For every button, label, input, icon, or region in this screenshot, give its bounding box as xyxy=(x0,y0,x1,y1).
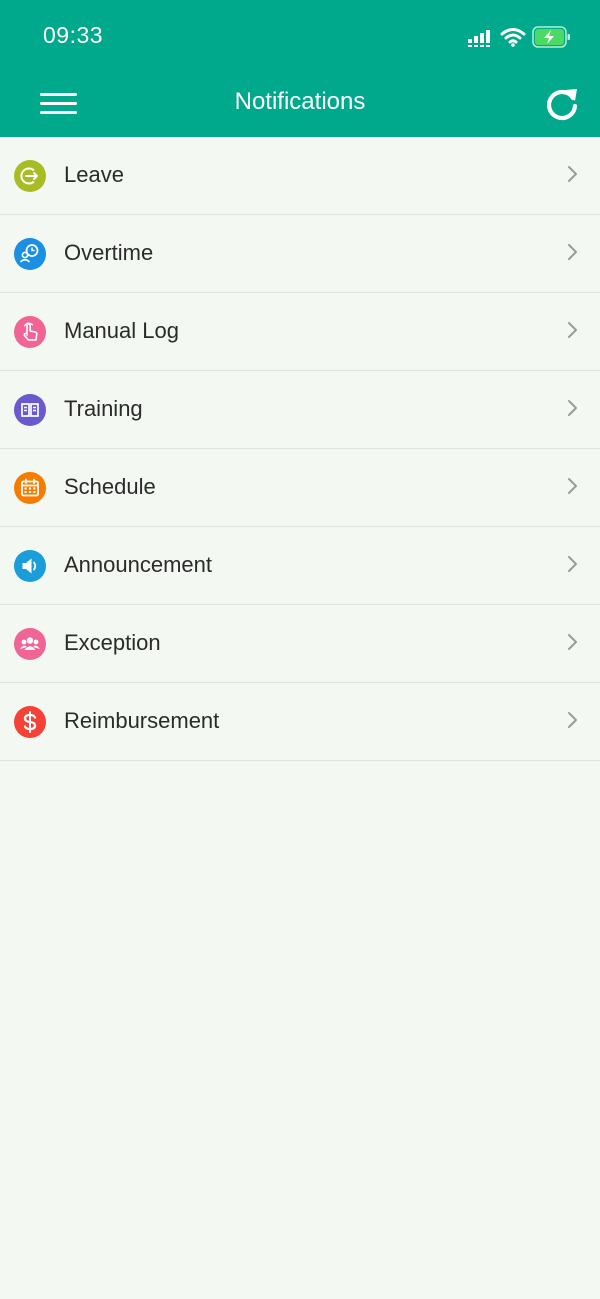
list-item-exception[interactable]: Exception xyxy=(0,605,600,683)
list-item-label: Exception xyxy=(64,630,161,655)
list-item-announcement[interactable]: Announcement xyxy=(0,527,600,605)
list-item-label: Overtime xyxy=(64,240,154,265)
list-item-label: Leave xyxy=(64,162,124,187)
cellular-signal-icon xyxy=(468,30,490,47)
refresh-icon[interactable] xyxy=(544,86,580,122)
list-item-label: Training xyxy=(64,396,143,421)
notification-category-list: Leave Overtime Manual Log Training Sched… xyxy=(0,137,600,761)
list-item-training[interactable]: Training xyxy=(0,371,600,449)
wifi-icon xyxy=(500,28,526,47)
list-item-overtime[interactable]: Overtime xyxy=(0,215,600,293)
chevron-right-icon xyxy=(568,322,577,338)
chevron-right-icon xyxy=(568,478,577,494)
chevron-right-icon xyxy=(568,556,577,572)
list-item-reimbursement[interactable]: Reimbursement xyxy=(0,683,600,761)
chevron-right-icon xyxy=(568,712,577,728)
open-book-icon xyxy=(14,394,46,426)
hand-tap-icon xyxy=(14,316,46,348)
battery-charging-icon xyxy=(532,26,570,48)
list-item-label: Manual Log xyxy=(64,318,179,343)
clock-person-icon xyxy=(14,238,46,270)
dollar-icon xyxy=(14,706,46,738)
chevron-right-icon xyxy=(568,244,577,260)
logout-arrow-icon xyxy=(14,160,46,192)
chevron-right-icon xyxy=(568,166,577,182)
app-header: 09:33 Notifications xyxy=(0,0,600,137)
list-item-leave[interactable]: Leave xyxy=(0,137,600,215)
list-item-schedule[interactable]: Schedule xyxy=(0,449,600,527)
speaker-icon xyxy=(14,550,46,582)
chevron-right-icon xyxy=(568,400,577,416)
page-title: Notifications xyxy=(234,88,366,115)
group-icon xyxy=(14,628,46,660)
list-item-manual-log[interactable]: Manual Log xyxy=(0,293,600,371)
status-time: 09:33 xyxy=(43,22,104,48)
list-item-label: Announcement xyxy=(64,552,212,577)
list-item-label: Reimbursement xyxy=(64,708,220,733)
list-item-label: Schedule xyxy=(64,474,156,499)
chevron-right-icon xyxy=(568,634,577,650)
calendar-icon xyxy=(14,472,46,504)
